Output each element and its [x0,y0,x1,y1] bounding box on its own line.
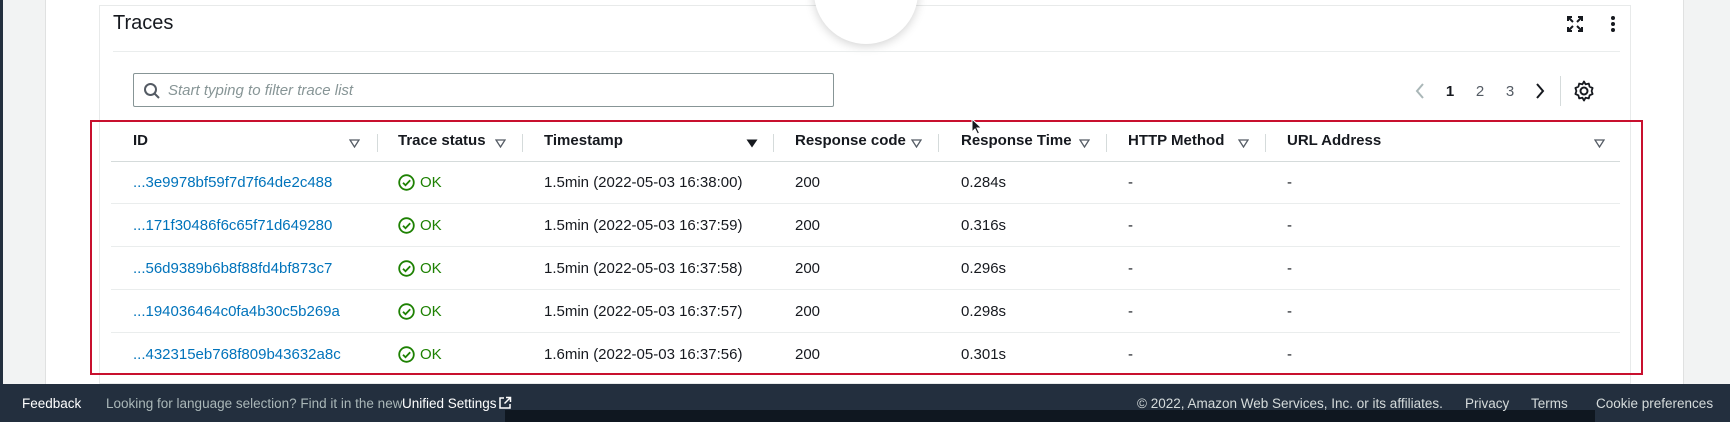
external-link-icon[interactable] [498,396,512,410]
left-edge [0,0,3,384]
timestamp-cell: 1.5min (2022-05-03 16:38:00) [544,174,743,191]
page-2-button[interactable]: 2 [1471,78,1489,104]
response-code-cell: 200 [795,260,821,277]
status-text: OK [420,174,442,191]
status-text: OK [420,303,442,320]
row-divider [111,203,1620,204]
sort-caret-icon[interactable] [349,139,360,148]
check-circle-icon [398,346,415,363]
trace-id-link[interactable]: ...432315eb768f809b43632a8c [133,346,341,363]
table-header-divider [111,161,1620,162]
column-header-trace-status[interactable]: Trace status [398,132,486,149]
url-address-cell: - [1287,303,1292,320]
response-code-cell: 200 [795,217,821,234]
response-time-cell: 0.301s [961,346,1007,363]
language-message: Looking for language selection? Find it … [106,396,403,411]
status-badge: OK [398,303,442,320]
http-method-cell: - [1128,346,1133,363]
response-code-cell: 200 [795,346,821,363]
http-method-cell: - [1128,303,1133,320]
sort-caret-icon[interactable] [1594,139,1605,148]
column-separator [522,134,523,152]
trace-id-link[interactable]: ...56d9389b6b8f88fd4bf873c7 [133,260,332,277]
status-text: OK [420,217,442,234]
search-icon [143,82,161,105]
gear-icon[interactable] [1572,79,1596,103]
left-background [0,0,46,384]
chevron-right-icon[interactable] [1530,78,1550,104]
row-divider [111,246,1620,247]
cookie-preferences-link[interactable]: Cookie preferences [1596,396,1713,411]
table-highlight-outline [90,120,1643,375]
status-badge: OK [398,217,442,234]
response-code-cell: 200 [795,174,821,191]
video-overlay-bar [505,410,1595,422]
copyright-text: © 2022, Amazon Web Services, Inc. or its… [1137,396,1443,411]
trace-filter-box[interactable] [133,73,834,107]
sort-caret-icon[interactable] [911,139,922,148]
column-separator [1265,134,1266,152]
timestamp-cell: 1.6min (2022-05-03 16:37:56) [544,346,743,363]
column-header-url-address[interactable]: URL Address [1287,132,1381,149]
column-separator [1106,134,1107,152]
panel-title: Traces [113,12,174,34]
row-divider [111,289,1620,290]
search-input[interactable] [168,75,818,105]
kebab-menu-icon[interactable] [1604,13,1622,35]
console-footer: Feedback Looking for language selection?… [0,384,1730,422]
column-separator [938,134,939,152]
timestamp-cell: 1.5min (2022-05-03 16:37:59) [544,217,743,234]
status-text: OK [420,346,442,363]
panel-header-divider [113,51,1620,52]
status-text: OK [420,260,442,277]
check-circle-icon [398,260,415,277]
url-address-cell: - [1287,260,1292,277]
status-badge: OK [398,260,442,277]
column-header-id[interactable]: ID [133,132,148,149]
response-time-cell: 0.316s [961,217,1007,234]
row-divider [111,332,1620,333]
column-header-http-method[interactable]: HTTP Method [1128,132,1224,149]
url-address-cell: - [1287,217,1292,234]
feedback-link[interactable]: Feedback [22,396,81,411]
status-badge: OK [398,174,442,191]
timestamp-cell: 1.5min (2022-05-03 16:37:58) [544,260,743,277]
check-circle-icon [398,303,415,320]
http-method-cell: - [1128,174,1133,191]
column-header-response-code[interactable]: Response code [795,132,906,149]
right-background [1683,0,1730,384]
trace-id-link[interactable]: ...171f30486f6c65f71d649280 [133,217,332,234]
url-address-cell: - [1287,174,1292,191]
column-separator [377,134,378,152]
chevron-left-icon[interactable] [1410,78,1430,104]
pager-divider [1560,76,1561,106]
expand-icon[interactable] [1564,13,1586,35]
unified-settings-link[interactable]: Unified Settings [402,396,497,411]
response-time-cell: 0.284s [961,174,1007,191]
check-circle-icon [398,174,415,191]
sort-caret-icon[interactable] [1238,139,1249,148]
privacy-link[interactable]: Privacy [1465,396,1509,411]
sort-caret-icon[interactable] [746,139,758,148]
trace-id-link[interactable]: ...3e9978bf59f7d7f64de2c488 [133,174,332,191]
timestamp-cell: 1.5min (2022-05-03 16:37:57) [544,303,743,320]
check-circle-icon [398,217,415,234]
http-method-cell: - [1128,217,1133,234]
response-code-cell: 200 [795,303,821,320]
trace-id-link[interactable]: ...194036464c0fa4b30c5b269a [133,303,340,320]
http-method-cell: - [1128,260,1133,277]
column-header-timestamp[interactable]: Timestamp [544,132,623,149]
page-1-button[interactable]: 1 [1441,78,1459,104]
response-time-cell: 0.296s [961,260,1007,277]
mouse-cursor-icon [971,118,983,135]
response-time-cell: 0.298s [961,303,1007,320]
url-address-cell: - [1287,346,1292,363]
terms-link[interactable]: Terms [1531,396,1568,411]
column-separator [773,134,774,152]
status-badge: OK [398,346,442,363]
sort-caret-icon[interactable] [495,139,506,148]
sort-caret-icon[interactable] [1079,139,1090,148]
page-3-button[interactable]: 3 [1501,78,1519,104]
